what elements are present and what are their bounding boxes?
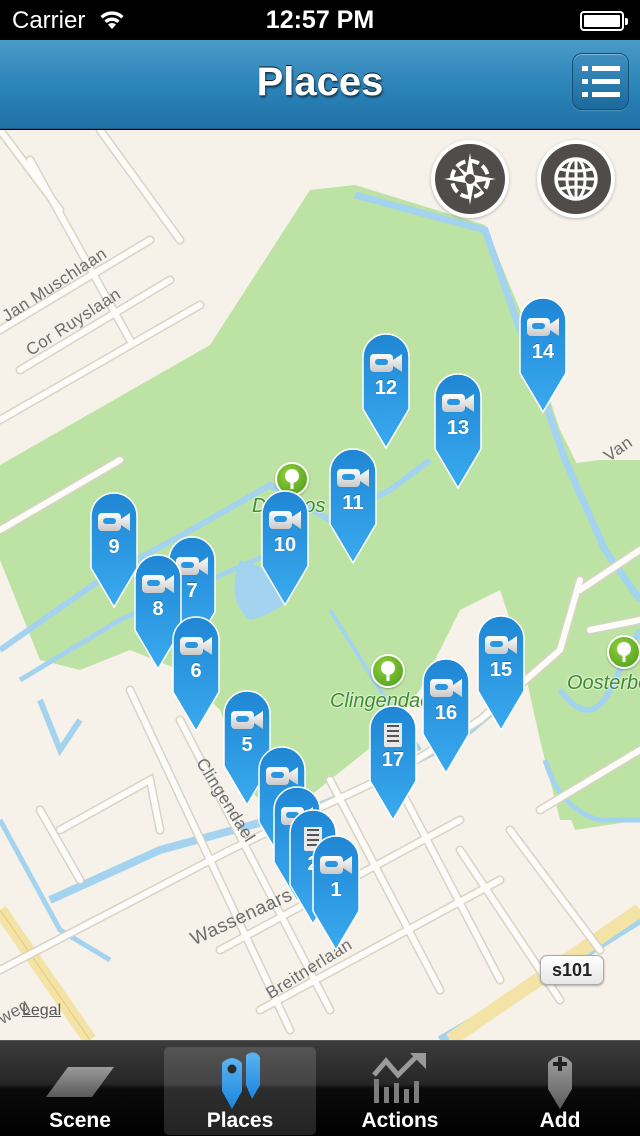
video-camera-icon [336, 466, 370, 490]
pin-number: 11 [342, 492, 364, 514]
road-shield: s101 [540, 955, 604, 985]
tab-actions[interactable]: Actions [324, 1047, 476, 1135]
pin-number: 13 [446, 417, 470, 439]
status-bar: Carrier 12:57 PM [0, 0, 640, 40]
add-pin-icon [548, 1056, 572, 1109]
pin-number: 17 [381, 749, 405, 771]
tab-label: Actions [361, 1109, 439, 1132]
legal-link[interactable]: Legal [22, 1002, 61, 1020]
pin-number: 12 [374, 377, 398, 399]
globe-icon [554, 157, 598, 201]
clock: 12:57 PM [265, 6, 375, 34]
list-view-button[interactable] [572, 53, 629, 110]
pin-number: 1 [330, 879, 342, 901]
pin-number: 16 [434, 702, 458, 724]
park-label: Oosterbeek [567, 672, 640, 694]
video-camera-icon [441, 391, 475, 415]
pin-number: 15 [489, 659, 513, 681]
map-pins-icon [222, 1052, 260, 1109]
tab-scene[interactable]: Scene [4, 1047, 156, 1135]
map-pin[interactable]: 6 [172, 616, 220, 732]
video-camera-icon [369, 351, 403, 375]
pin-number: 14 [531, 341, 555, 363]
tab-label: Add [539, 1109, 581, 1132]
park-icon[interactable] [371, 654, 405, 688]
battery-full-icon [580, 11, 628, 31]
map-pin[interactable]: 9 [90, 492, 138, 608]
map-pin[interactable]: 11 [329, 448, 377, 564]
tab-label: Scene [49, 1109, 111, 1132]
video-camera-icon [265, 764, 299, 788]
globe-button[interactable] [537, 140, 615, 218]
document-icon [376, 721, 410, 748]
map-pin[interactable]: 17 [369, 705, 417, 821]
video-camera-icon [179, 634, 213, 658]
video-camera-icon [319, 853, 353, 877]
map-pin[interactable]: 13 [434, 373, 482, 489]
map-pin[interactable]: 12 [362, 333, 410, 449]
tab-bar: Scene Places Actions Add [0, 1040, 640, 1136]
map-pin[interactable]: 15 [477, 615, 525, 731]
video-camera-icon [268, 508, 302, 532]
chart-trend-icon [372, 1053, 426, 1103]
tab-add[interactable]: Add [484, 1047, 636, 1135]
compass-button[interactable] [431, 140, 509, 218]
map-pin[interactable]: 1 [312, 835, 360, 951]
map-pin[interactable]: 16 [422, 658, 470, 774]
pin-number: 9 [108, 536, 120, 558]
video-camera-icon [97, 510, 131, 534]
pin-number: 10 [273, 534, 297, 556]
pin-number: 6 [190, 660, 202, 682]
page-title: Places [256, 60, 384, 104]
video-camera-icon [484, 633, 518, 657]
map-view[interactable]: Jan Muschlaan Cor Ruyslaan Clingendael W… [0, 130, 640, 1040]
video-camera-icon [526, 315, 560, 339]
map-pin[interactable]: 14 [519, 297, 567, 413]
tab-places[interactable]: Places [164, 1047, 316, 1135]
video-camera-icon [141, 572, 175, 596]
map-pin[interactable]: 10 [261, 490, 309, 606]
video-camera-icon [429, 676, 463, 700]
video-camera-icon [230, 708, 264, 732]
compass-rose-icon [444, 153, 496, 205]
tab-label: Places [206, 1109, 274, 1132]
scene-plane-icon [46, 1067, 114, 1097]
navigation-bar: Places [0, 40, 640, 129]
list-icon [582, 66, 620, 97]
park-icon[interactable] [607, 635, 640, 669]
